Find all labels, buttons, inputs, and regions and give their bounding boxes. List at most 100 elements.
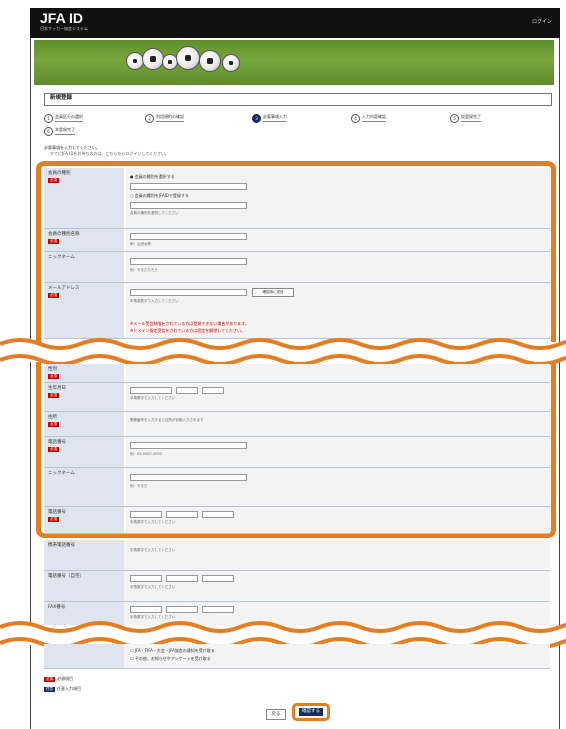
birth-year-input[interactable] — [130, 387, 172, 394]
field-note: 郵便番号を入力すると住所が自動入力されます — [130, 418, 204, 422]
required-badge: 必須 — [48, 447, 59, 452]
step-label: 利用規約の確認 — [156, 114, 184, 122]
required-badge: 必須 — [48, 393, 59, 398]
field-label: ニックネーム — [48, 255, 75, 260]
confirm-button[interactable]: 確認する — [299, 708, 323, 716]
step-number: 3 — [252, 113, 261, 123]
field-label-cell: メールアドレス 必須 — [44, 283, 124, 338]
radio-option-2[interactable]: ○ 会員の種別をJFAIDで登録する — [130, 193, 189, 199]
radio-label: 会員の種別をJFAIDで登録する — [134, 193, 189, 198]
birth-month-input[interactable] — [176, 387, 198, 394]
legend-text: 必須項目 — [57, 676, 73, 681]
legend-optional: 任意 任意入力項目 — [44, 686, 81, 692]
field-label: 電話番号（自宅） — [48, 574, 84, 579]
field-note: 半角英数字で入力してください — [130, 299, 179, 303]
field-cell: 半角数字で入力してください — [126, 571, 550, 601]
step-6: 6 本登録完了 — [44, 126, 75, 136]
field-label-cell: 携帯電話番号 — [44, 540, 124, 570]
member-type-select[interactable] — [130, 183, 247, 190]
nickname-2-input[interactable] — [130, 474, 247, 481]
step-number: 2 — [145, 113, 154, 123]
step-label: 仮登録完了 — [461, 114, 481, 122]
field-note: 例：山田太郎 — [130, 242, 151, 246]
home-phone-part-2[interactable] — [166, 575, 198, 582]
phone-input[interactable] — [130, 442, 247, 449]
step-label: 会員区分の選択 — [55, 114, 83, 122]
birth-day-input[interactable] — [202, 387, 224, 394]
step-3-current: 3 必要事項入力 — [252, 113, 287, 123]
field-label: 会員の種別 — [48, 171, 71, 176]
form-row-birthdate: 生年月日 必須 半角数字で入力してください — [44, 383, 550, 412]
name-input[interactable] — [130, 233, 247, 240]
fax-part-3[interactable] — [202, 606, 234, 613]
page-title-box — [44, 93, 552, 106]
field-label: メールアドレス — [48, 286, 80, 291]
step-4: 4 入力内容確認 — [351, 113, 386, 123]
nickname-input[interactable] — [130, 258, 247, 265]
fax-part-1[interactable] — [130, 606, 162, 613]
form-row-member-type: 会員の種別 必須 ● 会員の種別を選択する ○ 会員の種別をJFAIDで登録する… — [44, 168, 550, 229]
fax-part-2[interactable] — [166, 606, 198, 613]
field-label: 会員の種別名称 — [48, 232, 80, 237]
form-row-phone-2: 電話番号 必須 半角数字で入力してください — [44, 507, 550, 534]
field-cell: 確認用に送信 半角英数字で入力してください ※メール受信制限をされている方は登録… — [126, 283, 550, 338]
field-label: 携帯電話番号 — [48, 543, 75, 548]
step-2: 2 利用規約の確認 — [145, 113, 184, 123]
field-label-cell — [44, 644, 124, 668]
field-cell: 半角数字で入力してください — [126, 383, 550, 411]
field-cell: 例：やまだたろう — [126, 252, 550, 282]
required-badge: 必須 — [48, 517, 59, 522]
checkbox-label: その他、お知らせやアンケートを受け取る — [134, 656, 211, 661]
home-phone-part-1[interactable] — [130, 575, 162, 582]
notification-checkbox-2[interactable]: ☐ その他、お知らせやアンケートを受け取る — [130, 656, 211, 662]
logo-subtitle: 日本サッカー協会システム — [40, 26, 88, 31]
phone-2-part-2[interactable] — [166, 511, 198, 518]
email-warning-1: ※メール受信制限をされている方は登録できない場合があります。 — [130, 321, 249, 326]
back-button[interactable]: 戻る — [266, 709, 286, 720]
field-label: FAX番号 — [48, 605, 66, 610]
field-note: 例：やまだ — [130, 484, 148, 488]
required-badge: 必須 — [48, 178, 59, 183]
phone-2-part-3[interactable] — [202, 511, 234, 518]
field-cell: 例：03-0000-0000 — [126, 437, 550, 467]
form-row-nickname: ニックネーム 例：やまだたろう — [44, 252, 550, 283]
form-row-notifications: ☐ JFA・FIFA・大会・JFA協会の通知を受け取る ☐ その他、お知らせやア… — [44, 644, 550, 669]
step-1: 1 会員区分の選択 — [44, 113, 83, 123]
field-label: 住所 — [48, 415, 57, 420]
field-label-cell: 電話番号 必須 — [44, 507, 124, 533]
field-label-cell: 電話番号 必須 — [44, 437, 124, 467]
field-note: 半角数字で入力してください — [130, 585, 176, 589]
step-number: 1 — [44, 113, 53, 123]
step-number: 4 — [351, 113, 360, 123]
field-cell: 半角数字で入力してください — [126, 540, 550, 570]
step-label: 本登録完了 — [55, 127, 75, 135]
email-input[interactable] — [130, 289, 247, 296]
checkbox-label: JFA・FIFA・大会・JFA協会の通知を受け取る — [134, 648, 215, 653]
radio-option-1[interactable]: ● 会員の種別を選択する — [130, 174, 175, 180]
form-row-name: 会員の種別名称 必須 例：山田太郎 — [44, 229, 550, 252]
soccer-ball-icon — [142, 48, 164, 70]
notification-checkbox-1[interactable]: ☐ JFA・FIFA・大会・JFA協会の通知を受け取る — [130, 648, 215, 654]
home-phone-part-3[interactable] — [202, 575, 234, 582]
field-label-cell: 住所 必須 — [44, 412, 124, 436]
radio-label: 会員の種別を選択する — [134, 174, 175, 179]
field-label: ニックネーム — [48, 471, 75, 476]
field-cell: 半角数字で入力してください — [126, 507, 550, 533]
header-bar — [30, 8, 560, 38]
legend-required: 必須 必須項目 — [44, 676, 73, 682]
field-label-cell: 性別 必須 — [44, 364, 124, 382]
email-send-button[interactable]: 確認用に送信 — [252, 288, 294, 297]
field-cell: ☐ JFA・FIFA・大会・JFA協会の通知を受け取る ☐ その他、お知らせやア… — [126, 644, 550, 668]
step-label: 必要事項入力 — [263, 114, 287, 122]
member-type-input[interactable] — [130, 202, 247, 209]
step-5: 5 仮登録完了 — [450, 113, 481, 123]
phone-2-part-1[interactable] — [130, 511, 162, 518]
field-cell: ● 会員の種別を選択する ○ 会員の種別をJFAIDで登録する 会員の種別を選択… — [126, 168, 550, 228]
step-number: 6 — [44, 126, 53, 136]
field-label: 電話番号 — [48, 510, 66, 515]
soccer-ball-banner — [34, 40, 554, 85]
soccer-ball-icon — [222, 54, 240, 72]
login-link[interactable]: ログイン — [532, 19, 552, 25]
field-note: 例：03-0000-0000 — [130, 452, 162, 456]
field-label-cell: ニックネーム — [44, 468, 124, 506]
